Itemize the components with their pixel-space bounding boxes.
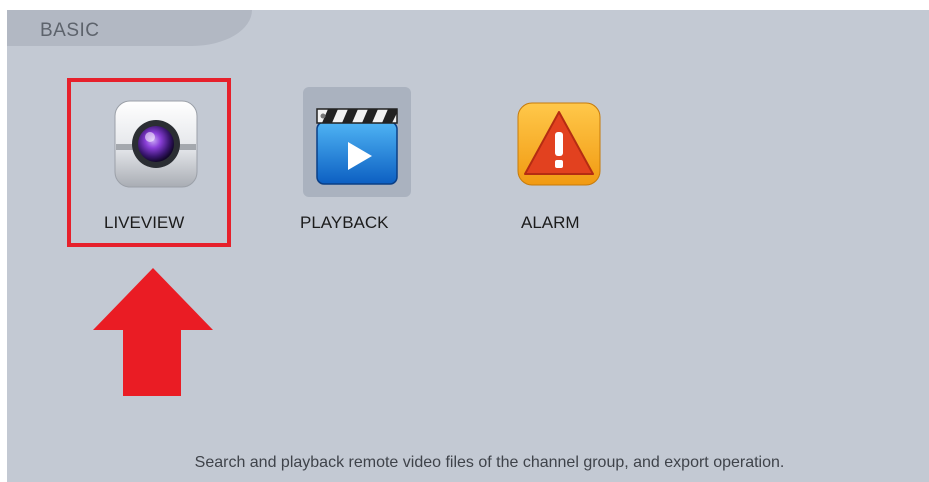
app-tile-playback[interactable] xyxy=(303,87,411,232)
video-clapperboard-icon xyxy=(314,100,400,186)
liveview-highlight-box xyxy=(67,78,231,247)
app-label-playback: PLAYBACK xyxy=(300,213,389,232)
red-arrow-icon xyxy=(93,268,213,396)
app-label-alarm: ALARM xyxy=(521,213,580,232)
section-title: BASIC xyxy=(40,20,100,41)
alarm-warning-icon xyxy=(517,102,601,186)
status-description: Search and playback remote video files o… xyxy=(194,454,785,471)
